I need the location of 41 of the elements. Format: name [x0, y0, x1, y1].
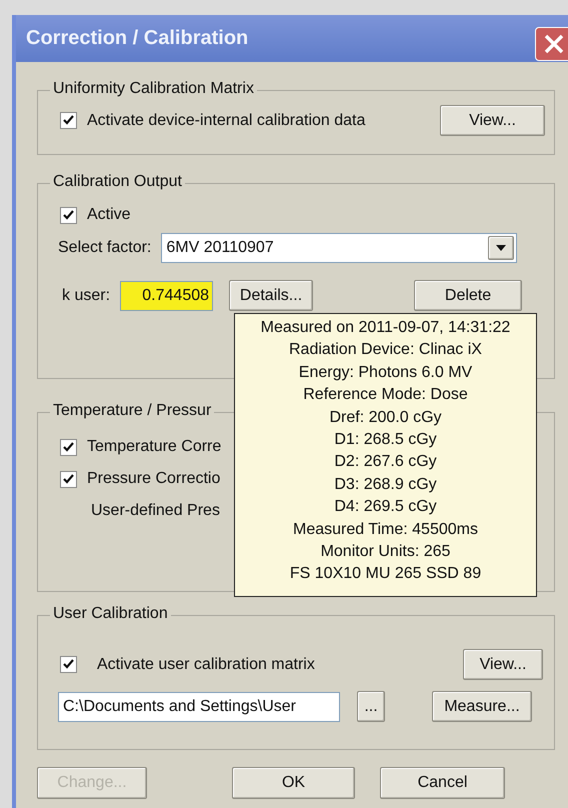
checkbox[interactable] [60, 112, 77, 129]
tooltip-line: D2: 267.6 cGy [334, 452, 437, 472]
checkbox[interactable] [60, 656, 77, 673]
group-legend: Temperature / Pressur [50, 402, 214, 420]
browse-button[interactable]: ... [357, 691, 385, 722]
tooltip-line: Energy: Photons 6.0 MV [298, 362, 472, 383]
tooltip-line: D1: 268.5 cGy [334, 430, 437, 450]
dialog-button[interactable]: Cancel [380, 767, 505, 799]
path-field[interactable]: C:\Documents and Settings\User [58, 692, 340, 722]
checkbox-label: Temperature Corre [87, 438, 222, 456]
group-legend: Calibration Output [50, 173, 185, 191]
select-label: Select factor: [58, 239, 152, 257]
checkbox[interactable] [60, 470, 77, 488]
checkbox[interactable] [60, 206, 77, 224]
tooltip-line: D3: 268.9 cGy [334, 474, 437, 495]
tooltip-line: Reference Mode: Dose [303, 385, 468, 406]
close-icon[interactable] [535, 27, 568, 61]
window-title: Correction / Calibration [26, 27, 248, 50]
checkbox-label: Pressure Correctio [87, 470, 220, 488]
tooltip-line: Measured Time: 45500ms [293, 520, 478, 540]
details-button[interactable]: Details... [229, 280, 314, 311]
tooltip-line: D4: 269.5 cGy [334, 497, 437, 518]
view-button[interactable]: View... [463, 649, 543, 680]
checkbox[interactable] [60, 438, 77, 456]
k-user-field[interactable]: 0.744508 [120, 280, 214, 310]
checkbox-label: Active [87, 206, 131, 224]
tooltip-line: Dref: 200.0 cGy [329, 408, 442, 428]
tooltip-line: Radiation Device: Clinac iX [289, 340, 482, 360]
k-user-label: k user: [62, 286, 110, 304]
checkbox-label: Activate user calibration matrix [97, 656, 315, 674]
delete-button[interactable]: Delete [414, 280, 522, 311]
tooltip-line: Measured on 2011-09-07, 14:31:22 [260, 318, 510, 338]
pressure-note: User-defined Pres [91, 502, 220, 520]
tooltip-line: FS 10X10 MU 265 SSD 89 [290, 564, 482, 584]
tooltip-line: Monitor Units: 265 [320, 542, 450, 562]
checkbox-label: Activate device-internal calibration data [87, 112, 366, 130]
view-button[interactable]: View... [440, 105, 545, 136]
factor-dropdown[interactable]: 6MV 20110907 [161, 233, 518, 263]
group-legend: Uniformity Calibration Matrix [50, 80, 257, 98]
measure-button[interactable]: Measure... [432, 691, 532, 722]
dialog-button[interactable]: OK [232, 767, 355, 799]
